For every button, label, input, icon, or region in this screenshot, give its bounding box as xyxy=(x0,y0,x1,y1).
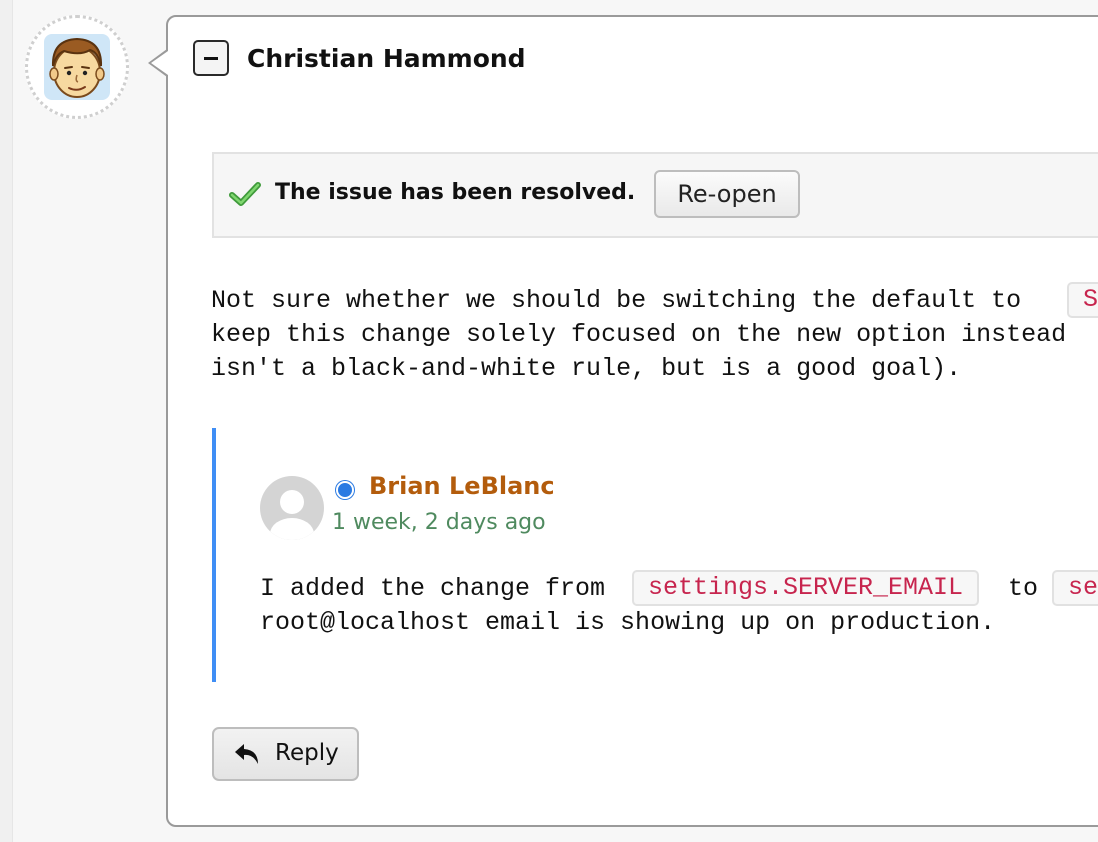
review-box xyxy=(166,15,1098,827)
reply-button[interactable]: Reply xyxy=(212,727,359,781)
quoted-line-2: root@localhost email is showing up on pr… xyxy=(260,608,996,637)
quoted-inline-code-2: se xyxy=(1052,570,1098,606)
quoted-line-1-prefix: I added the change from xyxy=(260,574,621,603)
cartoon-face-avatar-icon xyxy=(44,34,110,100)
quoted-author-avatar[interactable] xyxy=(260,476,324,540)
quote-bar xyxy=(212,428,216,682)
quoted-author-name[interactable]: Brian LeBlanc xyxy=(369,472,555,500)
reply-arrow-icon xyxy=(235,744,258,764)
check-icon xyxy=(229,182,261,206)
collapse-button[interactable] xyxy=(193,40,229,76)
issue-status-text: The issue has been resolved. xyxy=(275,180,636,205)
comment-line-3: isn't a black-and-white rule, but is a g… xyxy=(211,354,962,383)
comment-line-1: Not sure whether we should be switching … xyxy=(211,286,1037,315)
review-author-name[interactable]: Christian Hammond xyxy=(247,44,526,73)
default-user-icon xyxy=(270,490,314,540)
left-rail xyxy=(0,0,13,842)
reopen-button[interactable]: Re-open xyxy=(654,170,800,218)
quoted-timestamp[interactable]: 1 week, 2 days ago xyxy=(332,510,546,535)
online-status-indicator xyxy=(336,481,354,499)
comment-line-2: keep this change solely focused on the n… xyxy=(211,320,1067,349)
quoted-inline-code-1: settings.SERVER_EMAIL xyxy=(632,570,980,606)
author-avatar[interactable] xyxy=(25,15,129,119)
quoted-line-1-mid: to xyxy=(993,574,1054,603)
comment-inline-code: S xyxy=(1067,282,1098,318)
reply-label: Reply xyxy=(275,740,339,766)
